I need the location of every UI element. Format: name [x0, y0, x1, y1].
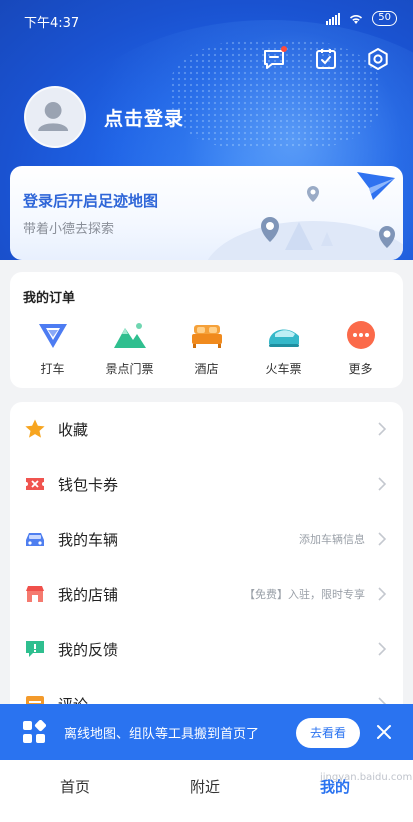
- order-label: 更多: [348, 362, 373, 376]
- order-item-taxi[interactable]: 打车: [17, 320, 89, 377]
- order-item-scenic[interactable]: 景点门票: [94, 320, 166, 377]
- chevron-right-icon: [378, 532, 387, 546]
- settings-icon[interactable]: [365, 46, 391, 72]
- feedback-icon: [24, 638, 46, 660]
- menu-item-label: 我的店铺: [58, 585, 119, 604]
- unread-dot: [281, 46, 287, 52]
- menu-item-label: 我的反馈: [58, 640, 119, 659]
- status-time: 下午4:37: [24, 16, 80, 31]
- chevron-right-icon: [378, 477, 387, 491]
- bottom-tab-bar: 首页 附近 我的: [0, 760, 413, 822]
- header-actions: [261, 46, 391, 72]
- menu-item-shop[interactable]: 我的店铺 【免费】入驻，限时专享: [10, 567, 403, 621]
- avatar[interactable]: [24, 86, 86, 148]
- menu-item-hint: 添加车辆信息: [299, 533, 365, 546]
- shop-icon: [24, 583, 46, 605]
- menu-item-label: 我的车辆: [58, 530, 119, 549]
- menu-item-label: 钱包卡券: [58, 475, 119, 494]
- wifi-icon: [350, 14, 363, 24]
- footprint-title: 登录后开启足迹地图: [23, 192, 159, 210]
- coupon-icon: [24, 473, 46, 495]
- train-ticket-icon: [267, 320, 301, 350]
- car-icon: [24, 528, 46, 550]
- order-label: 火车票: [265, 362, 302, 376]
- feature-banner: 离线地图、组队等工具搬到首页了 去看看: [0, 704, 413, 760]
- order-label: 景点门票: [105, 362, 154, 376]
- scenic-ticket-icon: [113, 320, 147, 350]
- order-label: 打车: [40, 362, 65, 376]
- chevron-right-icon: [378, 422, 387, 436]
- tools-grid-icon: [23, 720, 46, 743]
- footprint-subtitle: 带着小德去探索: [23, 222, 115, 237]
- menu-item-favorites[interactable]: 收藏: [10, 402, 403, 456]
- battery-indicator: 50: [372, 11, 397, 26]
- footprint-map-card[interactable]: 登录后开启足迹地图 带着小德去探索: [10, 166, 403, 260]
- star-icon: [24, 418, 46, 440]
- banner-go-button[interactable]: 去看看: [296, 718, 360, 748]
- checkin-icon[interactable]: [313, 46, 339, 72]
- chevron-right-icon: [378, 642, 387, 656]
- orders-title: 我的订单: [23, 291, 76, 306]
- menu-list: 收藏 钱包卡券 我的车辆 添加车辆信息 我的店铺 【免费】入驻，限时专享 我的反…: [10, 402, 403, 722]
- order-item-train[interactable]: 火车票: [248, 320, 320, 377]
- order-item-more[interactable]: 更多: [325, 320, 397, 377]
- more-icon: [344, 320, 378, 350]
- orders-card: 我的订单 打车 景点门票 酒店 火车票 更多: [10, 272, 403, 388]
- banner-text: 离线地图、组队等工具搬到首页了: [64, 727, 260, 742]
- menu-item-wallet[interactable]: 钱包卡券: [10, 457, 403, 511]
- signal-icon: [326, 12, 341, 25]
- menu-item-feedback[interactable]: 我的反馈: [10, 622, 403, 676]
- status-bar: 下午4:37 50: [0, 0, 413, 40]
- status-indicators: 50: [326, 11, 397, 26]
- order-item-hotel[interactable]: 酒店: [171, 320, 243, 377]
- tab-home[interactable]: 首页: [60, 776, 90, 797]
- orders-row: 打车 景点门票 酒店 火车票 更多: [10, 320, 403, 377]
- menu-item-label: 收藏: [58, 420, 89, 439]
- footprint-illustration: [207, 172, 403, 260]
- menu-item-hint: 【免费】入驻，限时专享: [244, 588, 365, 601]
- menu-item-vehicles[interactable]: 我的车辆 添加车辆信息: [10, 512, 403, 566]
- watermark: jingyan.baidu.com: [320, 772, 413, 783]
- login-link[interactable]: 点击登录: [104, 104, 184, 131]
- hotel-icon: [190, 320, 224, 350]
- chevron-right-icon: [378, 587, 387, 601]
- taxi-icon: [36, 320, 70, 350]
- order-label: 酒店: [194, 362, 219, 376]
- tab-nearby[interactable]: 附近: [190, 776, 220, 797]
- message-icon[interactable]: [261, 46, 287, 72]
- close-icon[interactable]: [376, 724, 392, 740]
